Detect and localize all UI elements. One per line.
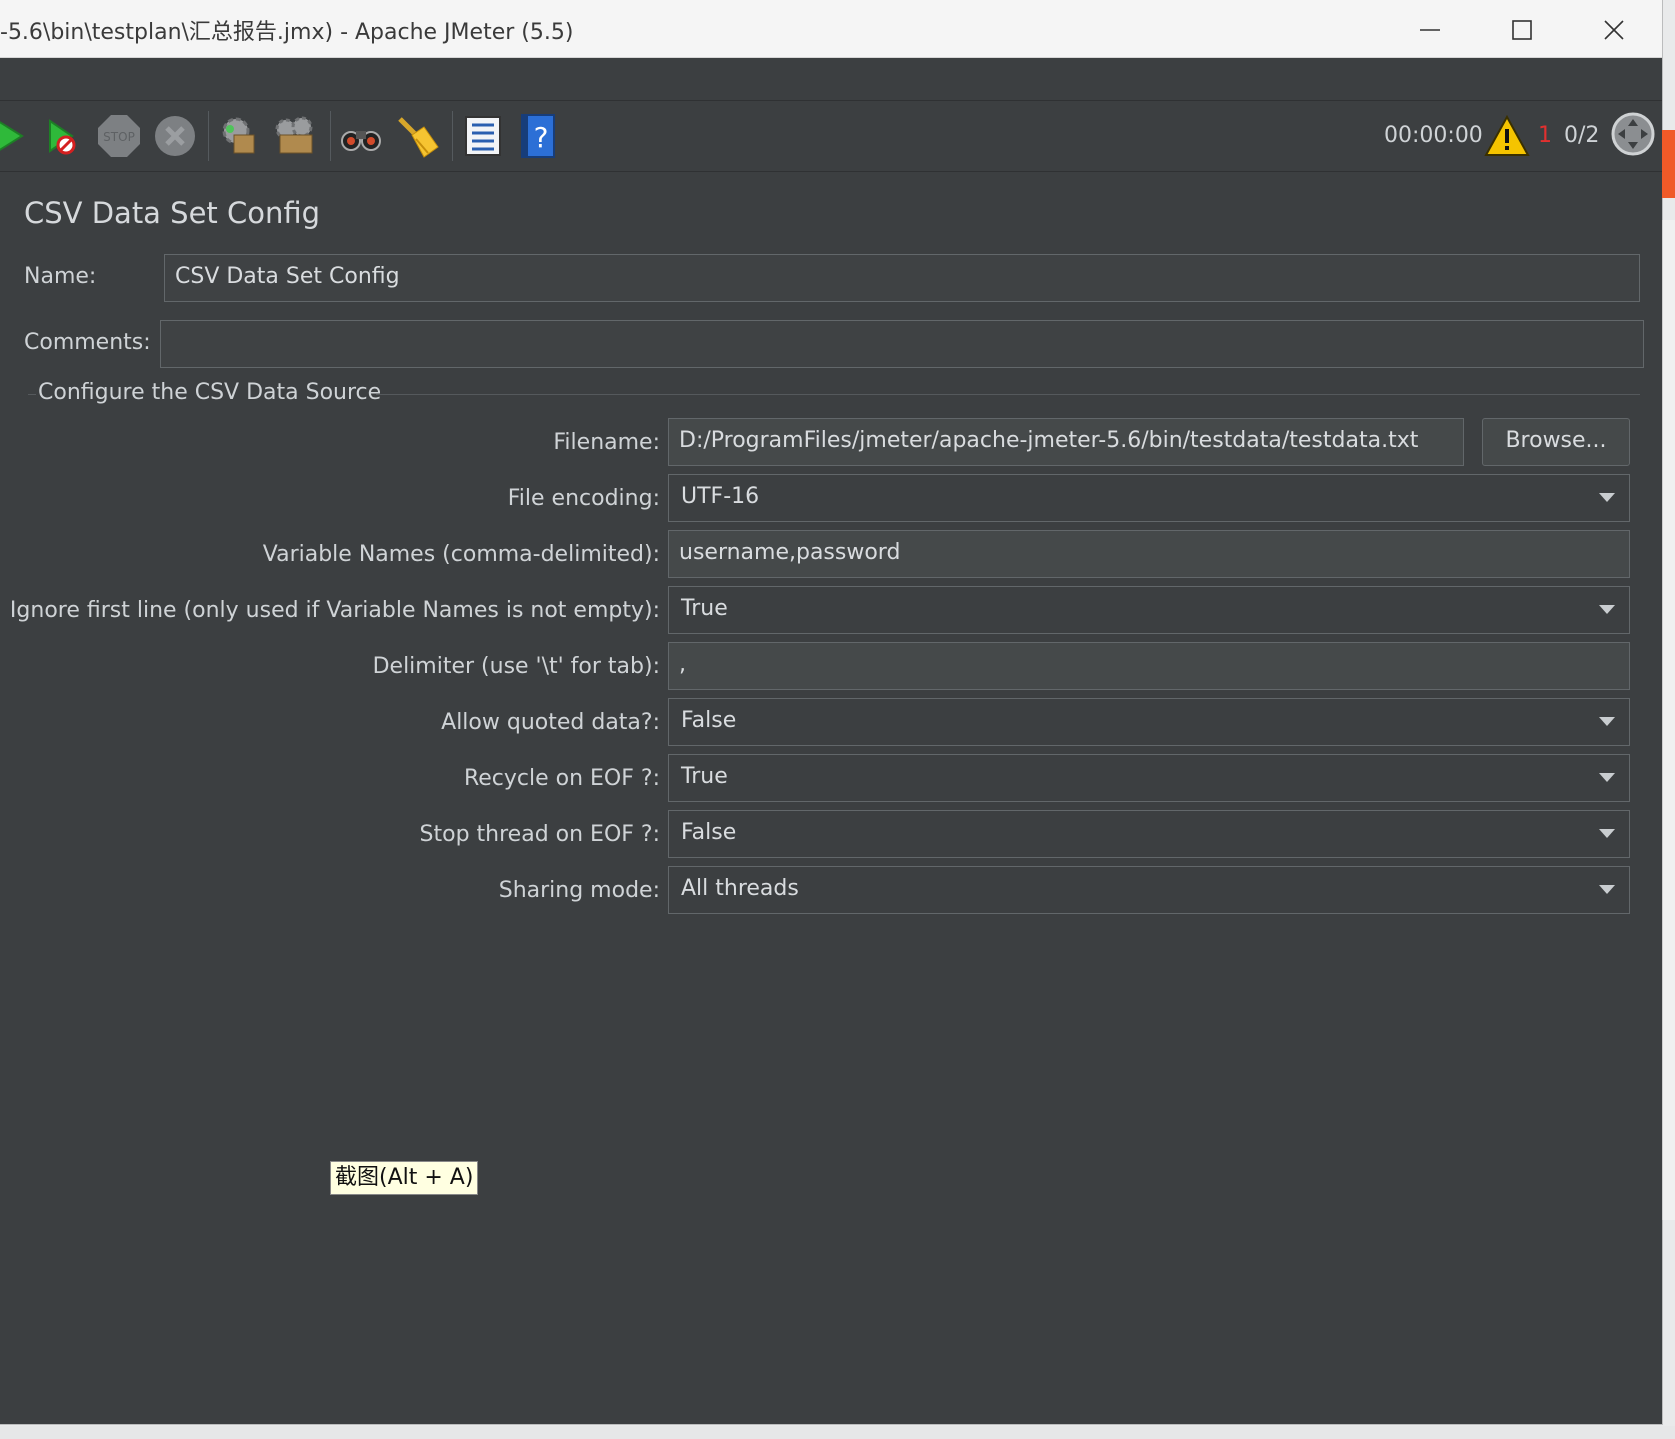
screenshot-tooltip: 截图(Alt + A)	[330, 1161, 479, 1195]
allow-quoted-value: False	[681, 708, 737, 733]
browse-button[interactable]: Browse...	[1482, 418, 1630, 466]
allow-quoted-label: Allow quoted data?:	[441, 710, 660, 735]
toolbar-separator	[208, 111, 209, 161]
delimiter-field[interactable]: ,	[668, 642, 1630, 690]
remote-status-icon[interactable]	[1610, 111, 1656, 157]
svg-text:STOP: STOP	[103, 130, 135, 144]
ignore-first-line-label: Ignore first line (only used if Variable…	[9, 598, 660, 623]
allow-quoted-select[interactable]: False	[668, 698, 1630, 746]
minimize-icon	[1420, 29, 1440, 31]
start-icon[interactable]	[0, 113, 38, 159]
group-title: Configure the CSV Data Source	[38, 380, 382, 405]
csv-data-set-config-panel: CSV Data Set Config Name: CSV Data Set C…	[0, 172, 1662, 1424]
variable-names-field[interactable]: username,password	[668, 530, 1630, 578]
comments-field[interactable]	[160, 320, 1644, 368]
chevron-down-icon	[1599, 773, 1615, 782]
chevron-down-icon	[1599, 605, 1615, 614]
sharing-mode-label: Sharing mode:	[498, 878, 660, 903]
filename-field[interactable]: D:/ProgramFiles/jmeter/apache-jmeter-5.6…	[668, 418, 1464, 466]
ignore-first-line-select[interactable]: True	[668, 586, 1630, 634]
chevron-down-icon	[1599, 717, 1615, 726]
start-no-pauses-icon[interactable]	[44, 113, 90, 159]
stop-thread-eof-select[interactable]: False	[668, 810, 1630, 858]
error-count: 1	[1538, 123, 1552, 148]
toolbar: STOP ? 00:00:00 1 0/2	[0, 101, 1662, 172]
chevron-down-icon	[1599, 493, 1615, 502]
function-helper-icon[interactable]	[460, 113, 506, 159]
toolbar-separator	[330, 111, 331, 161]
recycle-eof-select[interactable]: True	[668, 754, 1630, 802]
recycle-eof-label: Recycle on EOF ?:	[463, 766, 660, 791]
warning-icon[interactable]	[1484, 113, 1530, 159]
maximize-icon	[1512, 20, 1532, 40]
background-window-strip	[1662, 220, 1675, 1220]
svg-text:?: ?	[534, 121, 549, 154]
sharing-mode-select[interactable]: All threads	[668, 866, 1630, 914]
variable-names-label: Variable Names (comma-delimited):	[262, 542, 660, 567]
close-icon	[1604, 20, 1624, 40]
group-border	[28, 394, 36, 395]
file-encoding-value: UTF-16	[681, 484, 760, 509]
search-icon[interactable]	[338, 113, 384, 159]
toolbar-separator	[452, 111, 453, 161]
name-field[interactable]: CSV Data Set Config	[164, 254, 1640, 302]
stop-thread-eof-label: Stop thread on EOF ?:	[419, 822, 660, 847]
background-strip	[0, 1426, 1675, 1439]
chevron-down-icon	[1599, 829, 1615, 838]
delimiter-label: Delimiter (use '\t' for tab):	[372, 654, 660, 679]
file-encoding-label: File encoding:	[507, 486, 660, 511]
reset-search-icon[interactable]	[394, 113, 440, 159]
maximize-button[interactable]	[1492, 8, 1552, 50]
window-title: -5.6\bin\testplan\汇总报告.jmx) - Apache JMe…	[0, 20, 574, 45]
name-label: Name:	[24, 264, 97, 289]
recycle-eof-value: True	[681, 764, 728, 789]
comments-label: Comments:	[24, 330, 151, 355]
stop-thread-eof-value: False	[681, 820, 737, 845]
help-icon[interactable]: ?	[516, 113, 562, 159]
shutdown-icon[interactable]	[152, 113, 198, 159]
close-button[interactable]	[1584, 8, 1644, 50]
filename-label: Filename:	[553, 430, 660, 455]
group-border	[376, 394, 1640, 395]
clear-all-icon[interactable]	[272, 113, 318, 159]
menu-bar	[0, 58, 1662, 101]
chevron-down-icon	[1599, 885, 1615, 894]
background-window-edge	[1662, 130, 1675, 198]
active-threads: 0/2	[1564, 123, 1600, 148]
sharing-mode-value: All threads	[681, 876, 799, 901]
elapsed-timer: 00:00:00	[1384, 123, 1483, 148]
file-encoding-select[interactable]: UTF-16	[668, 474, 1630, 522]
jmeter-window: -5.6\bin\testplan\汇总报告.jmx) - Apache JMe…	[0, 0, 1663, 1425]
ignore-first-line-value: True	[681, 596, 728, 621]
page-title: CSV Data Set Config	[24, 196, 321, 230]
stop-icon[interactable]: STOP	[96, 113, 142, 159]
minimize-button[interactable]	[1400, 8, 1460, 50]
clear-icon[interactable]	[216, 113, 262, 159]
title-bar: -5.6\bin\testplan\汇总报告.jmx) - Apache JMe…	[0, 0, 1662, 58]
